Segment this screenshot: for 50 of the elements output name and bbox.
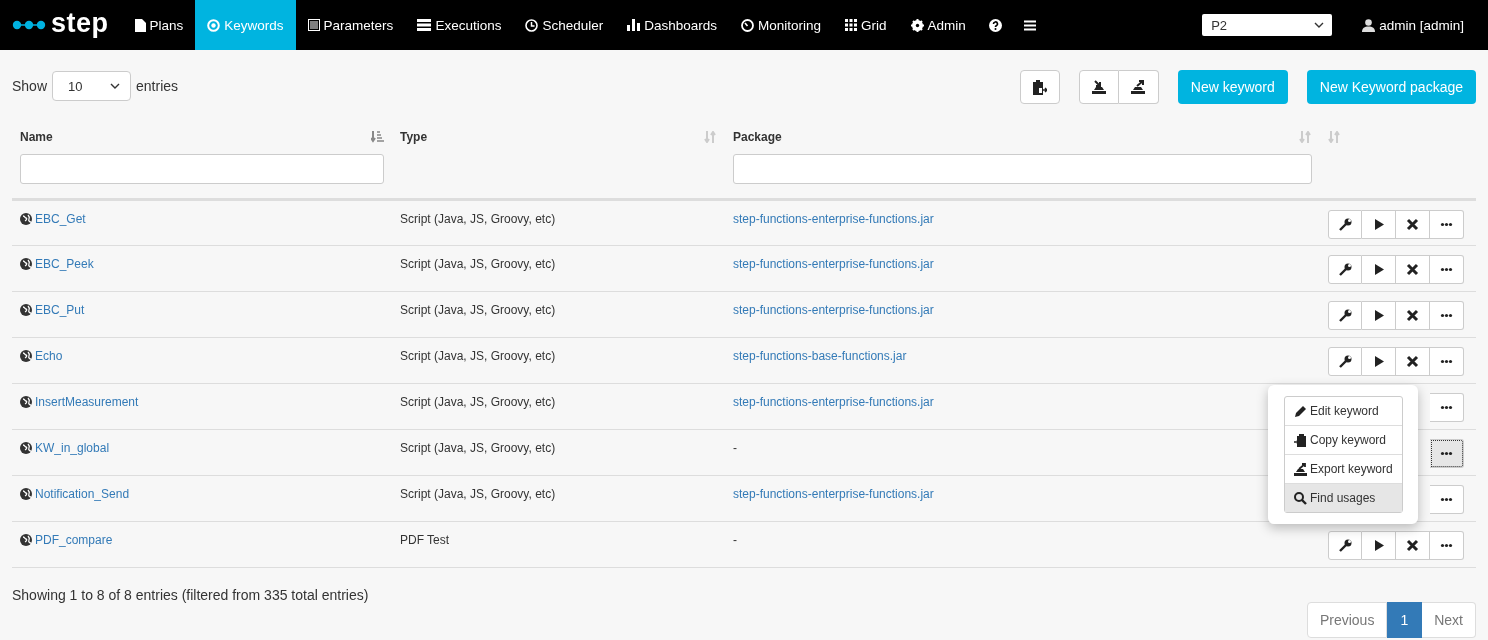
type-text: Script (Java, JS, Groovy, etc) (400, 303, 556, 317)
package-link[interactable]: step-functions-enterprise-functions.jar (733, 487, 934, 501)
nav-tab[interactable]: Dashboards (615, 0, 729, 50)
show-label: Show (12, 78, 48, 94)
type-text: Script (Java, JS, Groovy, etc) (400, 257, 556, 271)
keyword-link[interactable]: Echo (20, 349, 63, 363)
nav-tab[interactable]: Admin (898, 0, 978, 50)
package-link[interactable]: step-functions-base-functions.jar (733, 349, 907, 363)
type-text: Script (Java, JS, Groovy, etc) (400, 395, 556, 409)
keyword-link[interactable]: Notification_Send (20, 487, 130, 501)
nav-tab[interactable]: Scheduler (513, 0, 616, 50)
type-text: Script (Java, JS, Groovy, etc) (400, 487, 556, 501)
type-text: Script (Java, JS, Groovy, etc) (400, 212, 556, 226)
package-text: - (733, 441, 737, 455)
page-size-select[interactable]: 10 (52, 71, 132, 101)
nav-tab[interactable]: Grid (833, 0, 899, 50)
nav-tab[interactable]: Plans (122, 0, 196, 50)
keyword-link[interactable]: EBC_Put (20, 303, 85, 317)
entries-info: Showing 1 to 8 of 8 entries (filtered from 335 total entries) (12, 587, 369, 603)
package-link[interactable]: step-functions-enterprise-functions.jar (733, 303, 934, 317)
logo[interactable]: step (12, 0, 109, 50)
package-link[interactable]: step-functions-enterprise-functions.jar (733, 395, 934, 409)
type-text: PDF Test (400, 533, 450, 547)
column-header[interactable]: Name (20, 130, 53, 144)
nav-tab[interactable]: Parameters (295, 0, 406, 50)
type-text: Script (Java, JS, Groovy, etc) (400, 441, 556, 455)
menu-item[interactable]: Copy keyword (1285, 425, 1402, 454)
nav-tab[interactable]: Keywords (195, 0, 296, 50)
menu-item[interactable]: Edit keyword (1285, 397, 1402, 425)
new-button[interactable]: New Keyword package (1306, 70, 1476, 104)
package-link[interactable]: step-functions-enterprise-functions.jar (733, 212, 934, 226)
page-button[interactable]: 1 (1387, 602, 1423, 638)
package-link[interactable]: step-functions-enterprise-functions.jar (733, 257, 934, 271)
column-header[interactable]: Package (733, 130, 782, 144)
entries-label: entries (136, 78, 179, 94)
user-menu[interactable]: admin [admin] (1362, 0, 1464, 50)
nav-tab[interactable]: Monitoring (729, 0, 834, 50)
keyword-link[interactable]: InsertMeasurement (20, 395, 139, 409)
keyword-link[interactable]: EBC_Peek (20, 257, 94, 271)
keyword-link[interactable]: KW_in_global (20, 441, 110, 455)
nav-tab[interactable]: Executions (405, 0, 514, 50)
logo-text: step (51, 7, 109, 39)
keyword-link[interactable]: PDF_compare (20, 533, 113, 547)
type-text: Script (Java, JS, Groovy, etc) (400, 349, 556, 363)
new-button[interactable]: New keyword (1177, 70, 1288, 104)
project-select[interactable]: P2 (1202, 14, 1333, 36)
keyword-link[interactable]: EBC_Get (20, 212, 86, 226)
package-text: - (733, 533, 737, 547)
menu-item[interactable]: Find usages (1285, 483, 1402, 512)
column-header[interactable]: Type (400, 130, 428, 144)
